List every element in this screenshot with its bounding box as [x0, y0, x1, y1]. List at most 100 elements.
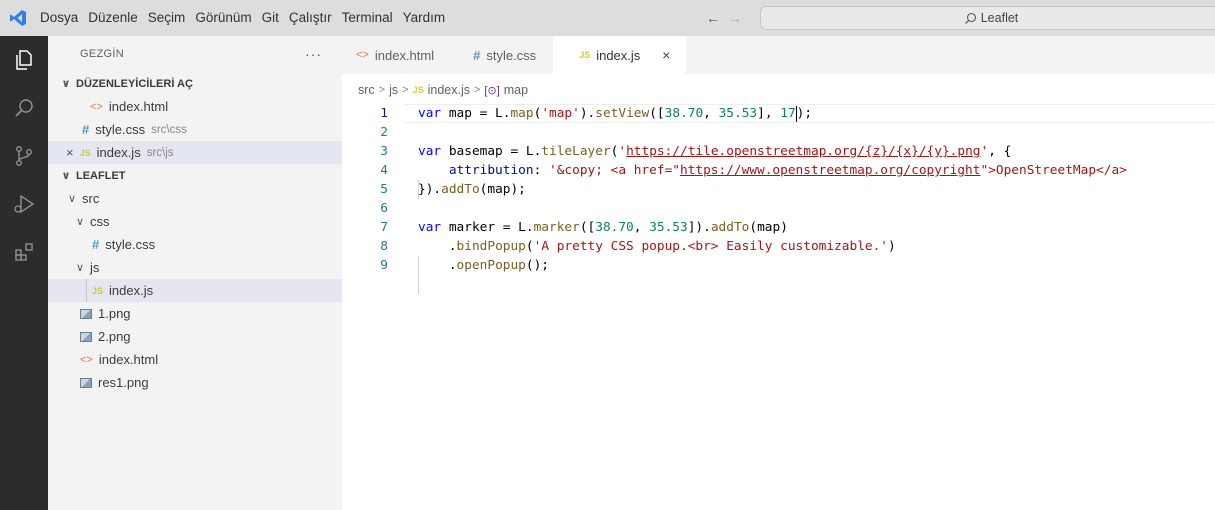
- chevron-down-icon: ∨: [61, 170, 71, 182]
- js-file-icon: JS: [92, 285, 104, 296]
- tab-index-html[interactable]: <> index.html: [342, 36, 452, 74]
- tree-label: index.html: [98, 352, 159, 367]
- command-center-text: Leaflet: [980, 11, 1019, 25]
- explorer-icon[interactable]: [0, 36, 48, 84]
- open-editor-path: src\css: [151, 123, 187, 136]
- breadcrumb-item[interactable]: src: [358, 83, 375, 97]
- tree-label: style.css: [105, 237, 156, 252]
- css-file-icon: #: [92, 237, 100, 252]
- tab-label: style.css: [486, 47, 537, 63]
- open-editor-item[interactable]: <> index.html: [48, 95, 342, 118]
- code-line: 6: [342, 199, 1215, 218]
- code-editor[interactable]: 1 var map = L.map('map').setView([38.70,…: [342, 104, 1215, 275]
- tree-label: css: [90, 214, 110, 229]
- code-line: 4 attribution: '&copy; <a href="https://…: [342, 161, 1215, 180]
- code-text: var basemap = L.tileLayer('https://tile.…: [418, 144, 1012, 159]
- code-line: 1 var map = L.map('map').setView([38.70,…: [342, 104, 1215, 123]
- html-file-icon: <>: [356, 49, 369, 61]
- menu-help[interactable]: Yardım: [398, 0, 451, 36]
- menu-view[interactable]: Görünüm: [190, 0, 256, 36]
- line-number: 3: [380, 144, 388, 159]
- tab-index-js[interactable]: JS index.js ×: [553, 36, 688, 74]
- tree-file[interactable]: 2.png: [48, 325, 342, 348]
- tree-folder-js[interactable]: ∨ js: [48, 256, 342, 279]
- search-icon: [964, 12, 976, 24]
- line-number: 7: [380, 220, 388, 235]
- breadcrumb-item[interactable]: index.js: [428, 83, 470, 97]
- tree-label: src: [82, 191, 100, 206]
- folder-title: LEAFLET: [76, 169, 126, 182]
- tree-folder-css[interactable]: ∨ css: [48, 210, 342, 233]
- open-editor-label: index.js: [96, 145, 141, 160]
- code-line: 9 .openPopup();: [342, 256, 1215, 275]
- tree-folder-src[interactable]: ∨ src: [48, 187, 342, 210]
- breadcrumb-item[interactable]: map: [504, 83, 528, 97]
- search-activity-icon[interactable]: [0, 84, 48, 132]
- source-control-icon[interactable]: [0, 132, 48, 180]
- chevron-right-icon: >: [402, 84, 409, 96]
- tree-file[interactable]: res1.png: [48, 371, 342, 394]
- back-arrow-icon[interactable]: ←: [706, 10, 720, 26]
- code-text: var marker = L.marker([38.70, 35.53]).ad…: [418, 220, 788, 235]
- open-editor-label: index.html: [108, 99, 169, 114]
- open-editor-item[interactable]: # style.css src\js src\css: [48, 118, 342, 141]
- tree-file[interactable]: 1.png: [48, 302, 342, 325]
- menu-terminal[interactable]: Terminal: [337, 0, 398, 36]
- menu-run[interactable]: Çalıştır: [284, 0, 337, 36]
- tree-file-style-css[interactable]: # style.css: [48, 233, 342, 256]
- sidebar-header: GEZGİN ···: [48, 36, 342, 72]
- code-text: .openPopup();: [448, 258, 550, 273]
- menu-selection[interactable]: Seçim: [143, 0, 191, 36]
- tree-file-index-js[interactable]: JS index.js: [48, 279, 342, 302]
- image-file-icon: [80, 331, 92, 342]
- tree-label: res1.png: [98, 375, 149, 390]
- tree-file[interactable]: <> index.html: [48, 348, 342, 371]
- title-bar: Dosya Düzenle Seçim Görünüm Git Çalıştır…: [0, 0, 1215, 36]
- explorer-sidebar: GEZGİN ··· ∨ DÜZENLEYİCİLERİ AÇ <> index…: [48, 36, 342, 510]
- sidebar-title: GEZGİN: [80, 48, 124, 60]
- menu-bar: Dosya Düzenle Seçim Görünüm Git Çalıştır…: [36, 0, 450, 36]
- close-icon[interactable]: ×: [66, 145, 74, 160]
- code-text: attribution: '&copy; <a href="https://ww…: [448, 163, 1127, 178]
- line-number: 4: [380, 163, 388, 178]
- open-editors-section[interactable]: ∨ DÜZENLEYİCİLERİ AÇ: [48, 72, 342, 95]
- more-actions-icon[interactable]: ···: [305, 46, 322, 62]
- breadcrumb-item[interactable]: js: [389, 83, 398, 97]
- code-text: }).addTo(map);: [418, 182, 526, 197]
- vscode-logo-icon: [0, 0, 36, 36]
- open-editors-title: DÜZENLEYİCİLERİ AÇ: [76, 77, 193, 90]
- run-debug-icon[interactable]: [0, 180, 48, 228]
- line-number: 9: [380, 258, 388, 273]
- line-number: 5: [380, 182, 388, 197]
- image-file-icon: [80, 308, 92, 319]
- code-text: var map = L.map('map').setView([38.70, 3…: [418, 105, 813, 122]
- open-editor-item-active[interactable]: × JS index.js src\js: [48, 141, 342, 164]
- html-file-icon: <>: [80, 353, 93, 366]
- editor-tabs: <> index.html # style.css JS index.js ×: [342, 36, 1215, 74]
- css-file-icon: #: [82, 122, 90, 137]
- line-number: 6: [380, 201, 388, 216]
- forward-arrow-icon[interactable]: →: [728, 10, 742, 26]
- menu-file[interactable]: Dosya: [36, 0, 83, 36]
- html-file-icon: <>: [90, 100, 103, 113]
- chevron-right-icon: >: [473, 84, 481, 96]
- code-line: 5 }).addTo(map);: [342, 180, 1215, 199]
- line-number: 8: [380, 239, 388, 254]
- tree-label: 2.png: [98, 329, 131, 344]
- variable-symbol-icon: [⊙]: [484, 84, 500, 97]
- vscode-window: Dosya Düzenle Seçim Görünüm Git Çalıştır…: [0, 0, 1215, 510]
- chevron-down-icon: ∨: [75, 262, 85, 274]
- folder-section[interactable]: ∨ LEAFLET: [48, 164, 342, 187]
- tab-style-css[interactable]: # style.css: [451, 36, 554, 74]
- extensions-icon[interactable]: [0, 228, 48, 276]
- tab-label: index.html: [374, 47, 435, 63]
- menu-go[interactable]: Git: [257, 0, 284, 36]
- command-center-search[interactable]: Leaflet: [760, 6, 1215, 30]
- code-text: .bindPopup('A pretty CSS popup.<br> Easi…: [448, 239, 896, 254]
- menu-edit[interactable]: Düzenle: [83, 0, 143, 36]
- code-line: 2: [342, 123, 1215, 142]
- open-editor-label: style.css: [95, 122, 146, 137]
- close-tab-icon[interactable]: ×: [662, 47, 670, 63]
- breadcrumb: src > js > JS index.js > [⊙] map: [358, 80, 528, 100]
- tree-label: index.js: [109, 283, 154, 298]
